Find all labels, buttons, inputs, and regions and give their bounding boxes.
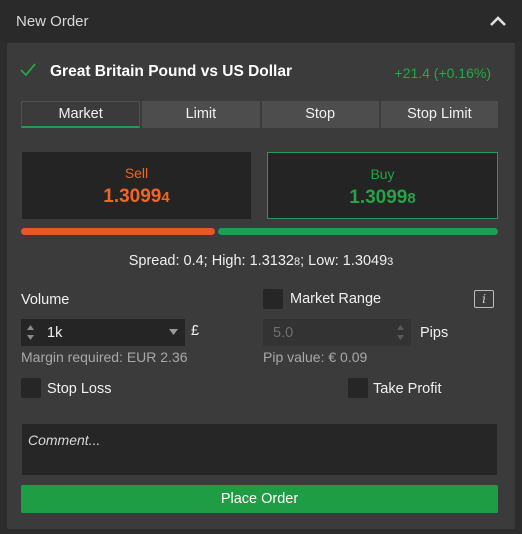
buy-price-pip: 8: [407, 190, 416, 207]
comment-field[interactable]: Comment...: [22, 424, 497, 475]
info-icon[interactable]: i: [474, 290, 494, 308]
tab-stop[interactable]: Stop: [261, 101, 379, 128]
sell-price-pip: 4: [161, 189, 170, 206]
low-pip: 3: [387, 256, 394, 268]
pips-input[interactable]: 5.0: [263, 319, 411, 346]
spinner-icon[interactable]: [26, 324, 35, 341]
market-range-checkbox[interactable]: [263, 289, 283, 309]
stop-loss-label: Stop Loss: [47, 381, 112, 397]
sell-sentiment-bar: [21, 228, 215, 235]
take-profit-checkbox[interactable]: [348, 378, 368, 398]
spread-text: Spread: 0.4; High: 1.3132: [128, 253, 294, 269]
chevron-down-icon[interactable]: [169, 329, 178, 335]
tab-stop-limit[interactable]: Stop Limit: [380, 101, 498, 128]
spinner-icon[interactable]: [396, 324, 405, 341]
place-order-button[interactable]: Place Order: [21, 485, 498, 513]
check-icon: [20, 63, 36, 77]
window-titlebar: New Order: [0, 0, 522, 42]
volume-label: Volume: [21, 292, 70, 308]
window-title: New Order: [16, 13, 89, 30]
spread-info: Spread: 0.4; High: 1.31328; Low: 1.30493: [0, 253, 522, 269]
sell-price-main: 1.3099: [103, 186, 162, 207]
stop-loss-checkbox[interactable]: [21, 378, 41, 398]
buy-price: 1.30998: [268, 187, 497, 209]
currency-symbol: £: [191, 323, 200, 339]
volume-select[interactable]: 1k: [21, 319, 185, 346]
volume-value: 1k: [47, 325, 63, 341]
tab-limit[interactable]: Limit: [142, 101, 260, 128]
pip-value: Pip value: € 0.09: [263, 349, 368, 365]
buy-label: Buy: [370, 166, 395, 182]
instrument-name: Great Britain Pound vs US Dollar: [50, 63, 293, 80]
buy-price-main: 1.3099: [349, 187, 408, 208]
instrument-change: +21.4 (+0.16%): [394, 65, 491, 81]
low-text: ; Low: 1.3049: [300, 253, 388, 269]
sell-label: Sell: [124, 165, 149, 181]
chevron-up-icon[interactable]: [489, 14, 507, 28]
market-range-label: Market Range: [290, 291, 382, 307]
margin-required: Margin required: EUR 2.36: [21, 349, 188, 365]
order-type-tabs: Market Limit Stop Stop Limit: [21, 101, 498, 128]
buy-sentiment-bar: [218, 228, 498, 235]
tab-market[interactable]: Market: [21, 101, 141, 128]
sell-price: 1.30994: [22, 186, 251, 208]
pips-label: Pips: [420, 325, 449, 341]
take-profit-label: Take Profit: [373, 381, 442, 397]
comment-placeholder: Comment...: [28, 432, 101, 448]
sell-button[interactable]: Sell 1.30994: [22, 152, 251, 219]
pips-value: 5.0: [273, 325, 294, 341]
buy-button[interactable]: Buy 1.30998: [267, 152, 498, 219]
